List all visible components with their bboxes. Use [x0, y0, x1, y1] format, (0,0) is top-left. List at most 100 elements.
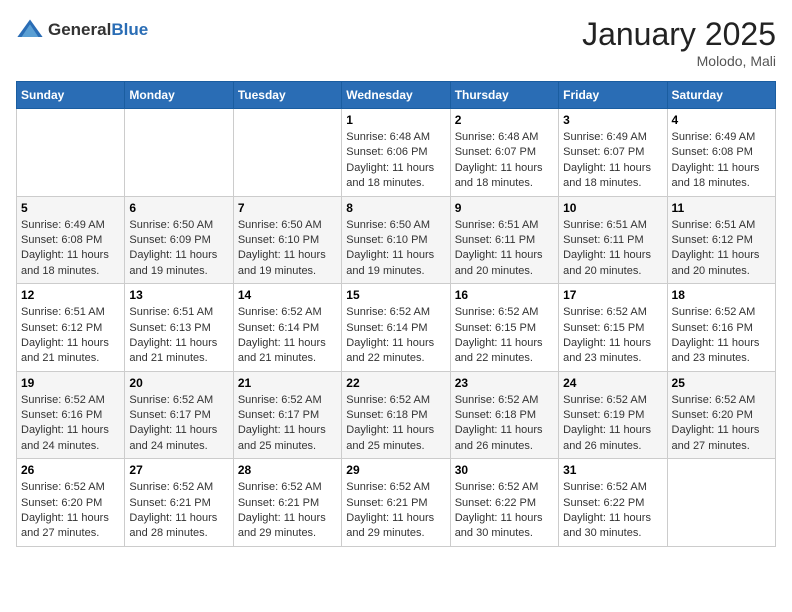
- day-number: 12: [21, 288, 120, 302]
- day-info: Sunrise: 6:51 AMSunset: 6:12 PMDaylight:…: [21, 305, 120, 367]
- day-number: 21: [238, 376, 337, 390]
- weekday-header-tuesday: Tuesday: [233, 82, 341, 109]
- day-info: Sunrise: 6:51 AMSunset: 6:11 PMDaylight:…: [563, 218, 662, 280]
- sunset-text: Sunset: 6:13 PM: [129, 321, 228, 336]
- calendar-cell: 1Sunrise: 6:48 AMSunset: 6:06 PMDaylight…: [342, 109, 450, 197]
- day-number: 29: [346, 463, 445, 477]
- day-info: Sunrise: 6:50 AMSunset: 6:10 PMDaylight:…: [346, 218, 445, 280]
- calendar-cell: 3Sunrise: 6:49 AMSunset: 6:07 PMDaylight…: [559, 109, 667, 197]
- day-number: 14: [238, 288, 337, 302]
- calendar-cell: 11 Sunrise: 6:51 AMSunset: 6:12 PMDayligh…: [667, 196, 775, 284]
- sunrise-text: Sunrise: 6:52 AM: [455, 393, 554, 408]
- sunset-text: Sunset: 6:15 PM: [563, 321, 662, 336]
- daylight-text: Daylight: 11 hours and 25 minutes.: [238, 423, 337, 454]
- sunset-text: Sunset: 6:10 PM: [238, 233, 337, 248]
- calendar-week-row: 5Sunrise: 6:49 AMSunset: 6:08 PMDaylight…: [17, 196, 776, 284]
- daylight-text: Daylight: 11 hours and 18 minutes.: [346, 161, 445, 192]
- day-info: Sunrise: 6:52 AMSunset: 6:18 PMDaylight:…: [455, 393, 554, 455]
- daylight-text: Daylight: 11 hours and 26 minutes.: [455, 423, 554, 454]
- daylight-text: Daylight: 11 hours and 18 minutes.: [563, 161, 662, 192]
- sunset-text: Sunset: 6:11 PM: [455, 233, 554, 248]
- sunset-text: Sunset: 6:07 PM: [563, 145, 662, 160]
- sunrise-text: Sunrise: 6:50 AM: [346, 218, 445, 233]
- daylight-text: Daylight: 11 hours and 19 minutes.: [346, 248, 445, 279]
- sunrise-text: Sunrise: 6:51 AM: [672, 218, 771, 233]
- day-info: Sunrise: 6:52 AMSunset: 6:16 PMDaylight:…: [672, 305, 771, 367]
- daylight-text: Daylight: 11 hours and 27 minutes.: [672, 423, 771, 454]
- page-header: General Blue January 2025 Molodo, Mali: [16, 16, 776, 69]
- sunset-text: Sunset: 6:17 PM: [238, 408, 337, 423]
- calendar-cell: 4Sunrise: 6:49 AMSunset: 6:08 PMDaylight…: [667, 109, 775, 197]
- day-number: 23: [455, 376, 554, 390]
- sunrise-text: Sunrise: 6:52 AM: [21, 393, 120, 408]
- day-info: Sunrise: 6:52 AMSunset: 6:19 PMDaylight:…: [563, 393, 662, 455]
- sunrise-text: Sunrise: 6:52 AM: [238, 305, 337, 320]
- sunset-text: Sunset: 6:10 PM: [346, 233, 445, 248]
- daylight-text: Daylight: 11 hours and 20 minutes.: [672, 248, 771, 279]
- day-info: Sunrise: 6:52 AMSunset: 6:21 PMDaylight:…: [129, 480, 228, 542]
- sunrise-text: Sunrise: 6:52 AM: [129, 393, 228, 408]
- day-number: 5: [21, 201, 120, 215]
- daylight-text: Daylight: 11 hours and 27 minutes.: [21, 511, 120, 542]
- sunset-text: Sunset: 6:08 PM: [672, 145, 771, 160]
- day-number: 9: [455, 201, 554, 215]
- calendar-week-row: 12Sunrise: 6:51 AMSunset: 6:12 PMDayligh…: [17, 284, 776, 372]
- sunset-text: Sunset: 6:12 PM: [21, 321, 120, 336]
- sunset-text: Sunset: 6:12 PM: [672, 233, 771, 248]
- title-block: January 2025 Molodo, Mali: [582, 16, 776, 69]
- day-number: 18: [672, 288, 771, 302]
- sunrise-text: Sunrise: 6:52 AM: [346, 480, 445, 495]
- calendar-cell: 24Sunrise: 6:52 AMSunset: 6:19 PMDayligh…: [559, 371, 667, 459]
- sunrise-text: Sunrise: 6:52 AM: [238, 393, 337, 408]
- day-info: Sunrise: 6:52 AMSunset: 6:15 PMDaylight:…: [455, 305, 554, 367]
- day-info: Sunrise: 6:52 AMSunset: 6:21 PMDaylight:…: [346, 480, 445, 542]
- daylight-text: Daylight: 11 hours and 22 minutes.: [346, 336, 445, 367]
- day-number: 19: [21, 376, 120, 390]
- day-info: Sunrise: 6:52 AMSunset: 6:22 PMDaylight:…: [563, 480, 662, 542]
- calendar-cell: 5Sunrise: 6:49 AMSunset: 6:08 PMDaylight…: [17, 196, 125, 284]
- sunrise-text: Sunrise: 6:51 AM: [129, 305, 228, 320]
- day-number: 27: [129, 463, 228, 477]
- day-number: 2: [455, 113, 554, 127]
- sunset-text: Sunset: 6:16 PM: [672, 321, 771, 336]
- sunrise-text: Sunrise: 6:49 AM: [21, 218, 120, 233]
- sunset-text: Sunset: 6:20 PM: [21, 496, 120, 511]
- day-info: Sunrise: 6:51 AMSunset: 6:13 PMDaylight:…: [129, 305, 228, 367]
- calendar-header-row: SundayMondayTuesdayWednesdayThursdayFrid…: [17, 82, 776, 109]
- sunset-text: Sunset: 6:18 PM: [346, 408, 445, 423]
- day-number: 31: [563, 463, 662, 477]
- sunset-text: Sunset: 6:14 PM: [346, 321, 445, 336]
- calendar-cell: [125, 109, 233, 197]
- daylight-text: Daylight: 11 hours and 18 minutes.: [455, 161, 554, 192]
- day-number: 17: [563, 288, 662, 302]
- sunrise-text: Sunrise: 6:50 AM: [129, 218, 228, 233]
- day-info: Sunrise: 6:52 AMSunset: 6:22 PMDaylight:…: [455, 480, 554, 542]
- calendar-cell: 10Sunrise: 6:51 AMSunset: 6:11 PMDayligh…: [559, 196, 667, 284]
- sunrise-text: Sunrise: 6:49 AM: [563, 130, 662, 145]
- daylight-text: Daylight: 11 hours and 25 minutes.: [346, 423, 445, 454]
- weekday-header-thursday: Thursday: [450, 82, 558, 109]
- daylight-text: Daylight: 11 hours and 30 minutes.: [563, 511, 662, 542]
- weekday-header-sunday: Sunday: [17, 82, 125, 109]
- sunrise-text: Sunrise: 6:52 AM: [455, 305, 554, 320]
- day-number: 8: [346, 201, 445, 215]
- calendar-cell: 7Sunrise: 6:50 AMSunset: 6:10 PMDaylight…: [233, 196, 341, 284]
- daylight-text: Daylight: 11 hours and 24 minutes.: [129, 423, 228, 454]
- sunset-text: Sunset: 6:17 PM: [129, 408, 228, 423]
- sunrise-text: Sunrise: 6:49 AM: [672, 130, 771, 145]
- sunset-text: Sunset: 6:16 PM: [21, 408, 120, 423]
- calendar-cell: 17Sunrise: 6:52 AMSunset: 6:15 PMDayligh…: [559, 284, 667, 372]
- sunset-text: Sunset: 6:09 PM: [129, 233, 228, 248]
- daylight-text: Daylight: 11 hours and 18 minutes.: [21, 248, 120, 279]
- logo-general: General: [48, 20, 111, 40]
- logo: General Blue: [16, 16, 148, 44]
- calendar-cell: 21 Sunrise: 6:52 AMSunset: 6:17 PMDayligh…: [233, 371, 341, 459]
- sunrise-text: Sunrise: 6:51 AM: [563, 218, 662, 233]
- sunset-text: Sunset: 6:11 PM: [563, 233, 662, 248]
- day-number: 25: [672, 376, 771, 390]
- day-number: 15: [346, 288, 445, 302]
- daylight-text: Daylight: 11 hours and 23 minutes.: [672, 336, 771, 367]
- weekday-header-saturday: Saturday: [667, 82, 775, 109]
- sunrise-text: Sunrise: 6:52 AM: [346, 393, 445, 408]
- day-number: 11: [672, 201, 771, 215]
